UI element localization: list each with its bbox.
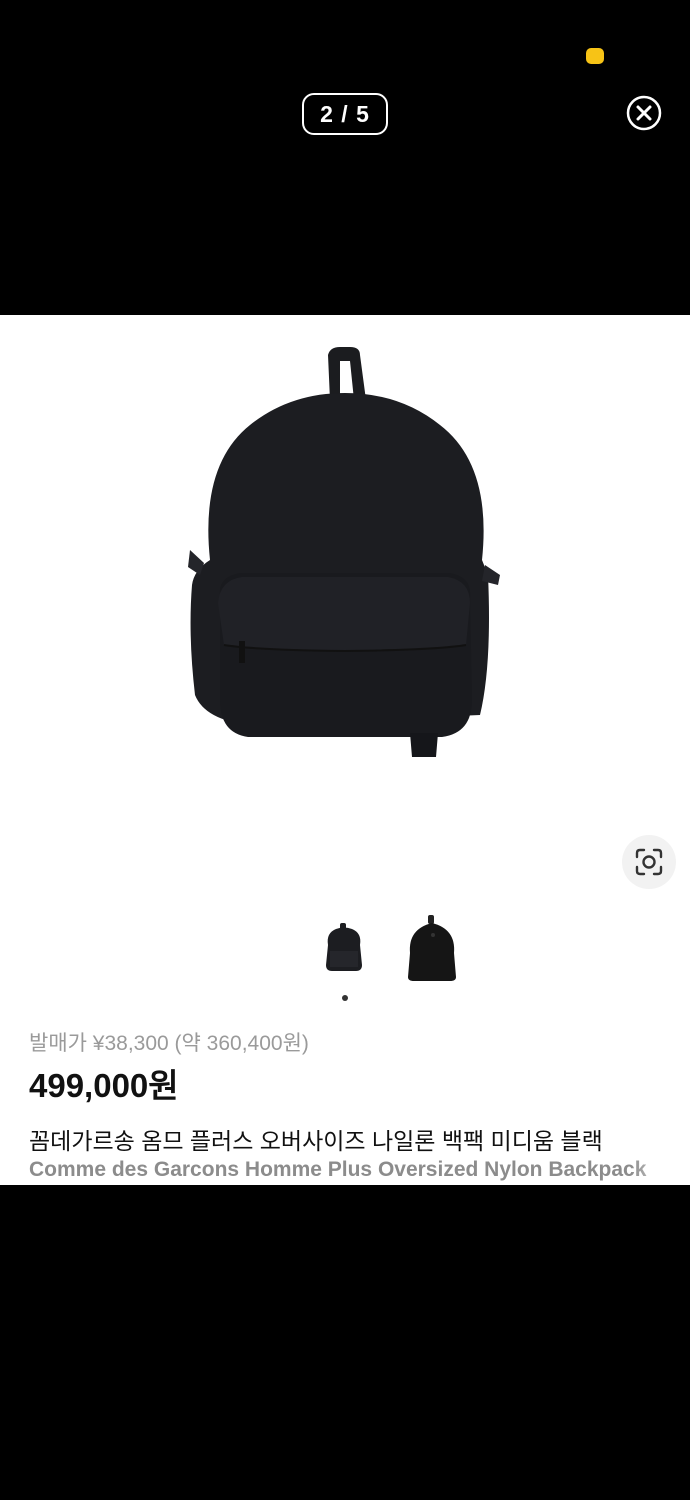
- release-price: 발매가 ¥38,300 (약 360,400원): [29, 1032, 309, 1055]
- close-icon: [626, 95, 662, 131]
- product-price: 499,000원: [29, 1067, 179, 1104]
- lens-search-button[interactable]: [622, 835, 676, 889]
- lens-search-icon: [635, 848, 663, 876]
- thumbnail-1[interactable]: [314, 913, 374, 983]
- product-image[interactable]: [180, 345, 510, 765]
- page-indicator: 2 / 5: [302, 93, 388, 135]
- product-title-korean: 꼼데가르송 옴므 플러스 오버사이즈 나일론 백팩 미디움 블랙: [29, 1128, 603, 1154]
- thumbnail-pager-dot: [342, 995, 348, 1001]
- status-indicator-dot: [586, 48, 604, 64]
- thumbnail-2[interactable]: [402, 913, 462, 983]
- product-title-english: Comme des Garcons Homme Plus Oversized N…: [29, 1158, 647, 1181]
- product-sheet: 발매가 ¥38,300 (약 360,400원) 499,000원 꼼데가르송 …: [0, 315, 690, 1185]
- close-button[interactable]: [626, 95, 662, 131]
- text-fade-overlay: [630, 1153, 690, 1185]
